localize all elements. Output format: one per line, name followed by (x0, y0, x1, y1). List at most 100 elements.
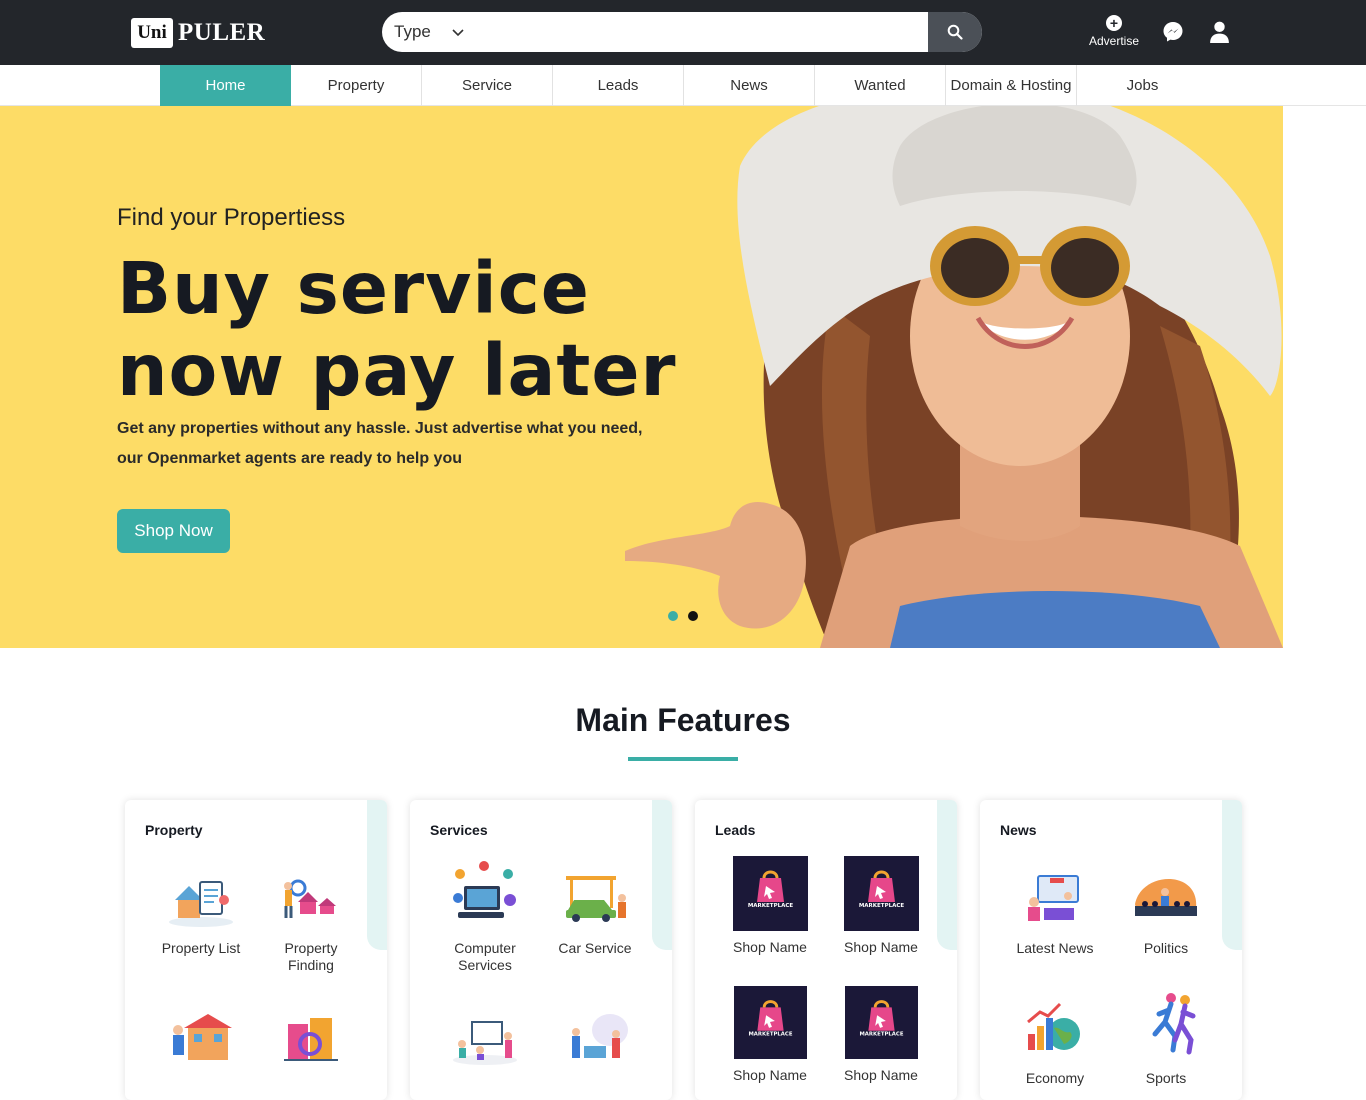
feature-card-property: Property Property List Property Finding (125, 800, 387, 1100)
economy-illustration (1027, 1002, 1080, 1050)
logo[interactable]: Uni PULER (131, 17, 265, 48)
search-type-label: Type (394, 22, 431, 41)
nav-item-news[interactable]: News (684, 65, 815, 106)
card-accent (367, 800, 387, 950)
carousel-dot-1[interactable] (668, 611, 678, 621)
logo-box: Uni (131, 17, 173, 48)
card-title: News (1000, 822, 1037, 838)
search-input[interactable] (492, 12, 928, 52)
feature-card-leads: Leads MARKETPLACE Shop Name MARKETPLACE … (695, 800, 957, 1100)
feature-card-news: News Latest News Politics Economy Sports (980, 800, 1242, 1100)
nav-item-wanted[interactable]: Wanted (815, 65, 946, 106)
hero-side-gap (1283, 106, 1366, 648)
top-bar: Uni PULER Type + Advertise (0, 0, 1366, 65)
marketplace-text: MARKETPLACE (747, 903, 793, 909)
features-underline (628, 757, 738, 761)
consulting-illustration (572, 1014, 628, 1058)
hero-title: Buy service now pay later (117, 248, 737, 412)
marketplace-logo: MARKETPLACE (844, 986, 918, 1059)
tile-property-tenant[interactable] (256, 1010, 366, 1080)
nav-item-jobs[interactable]: Jobs (1077, 65, 1208, 106)
logo-text: PULER (178, 18, 266, 46)
tile-label: Shop Name (844, 939, 918, 955)
tile-latest-news[interactable]: Latest News (1000, 870, 1110, 957)
tile-label: Economy (1025, 1070, 1085, 1086)
card-accent (1222, 800, 1242, 950)
property-finding-illustration (284, 879, 336, 918)
tile-training[interactable] (430, 1010, 540, 1080)
tile-label: Shop Name (844, 1067, 918, 1083)
plus-icon: + (1106, 15, 1122, 31)
tile-label: Shop Name (733, 1067, 807, 1083)
tile-label: Latest News (1016, 940, 1094, 956)
marketplace-text: MARKETPLACE (858, 903, 904, 909)
tile-sports[interactable]: Sports (1111, 990, 1221, 1087)
tile-car-service[interactable]: Car Service (540, 870, 650, 957)
car-service-illustration (566, 876, 626, 922)
search-type-select[interactable]: Type (382, 12, 492, 52)
tile-label: Car Service (558, 940, 632, 956)
tile-politics[interactable]: Politics (1111, 870, 1221, 957)
search-button[interactable] (928, 12, 982, 52)
hero-title-line-2: now pay later (117, 329, 677, 412)
nav-item-home[interactable]: Home (160, 65, 291, 106)
tile-label: Property List (161, 940, 241, 956)
hero-subtitle-line-2: our Openmarket agents are ready to help … (117, 450, 462, 467)
nav-item-domain-hosting[interactable]: Domain & Hosting (946, 65, 1077, 106)
advertise-button[interactable]: + Advertise (1086, 15, 1142, 48)
tile-label: Computer (454, 940, 516, 956)
tile-computer-services[interactable]: Computer Services (430, 860, 540, 974)
politics-illustration (1135, 879, 1197, 916)
lead-shop-1[interactable]: MARKETPLACE Shop Name (715, 856, 825, 956)
training-illustration (453, 1021, 517, 1065)
property-list-illustration (169, 881, 233, 927)
hero-subtitle: Get any properties without any hassle. J… (117, 414, 657, 474)
tile-label: Sports (1145, 1070, 1187, 1086)
marketplace-text: MARKETPLACE (859, 1032, 903, 1038)
sports-illustration (1152, 993, 1196, 1055)
hero-subtitle-line-1: Get any properties without any hassle. J… (117, 420, 643, 437)
nav-item-property[interactable]: Property (291, 65, 422, 106)
marketplace-logo: MARKETPLACE (733, 986, 807, 1059)
computer-services-illustration (453, 861, 516, 918)
search-icon (947, 24, 963, 40)
search-bar: Type (382, 12, 982, 52)
card-title: Leads (715, 822, 756, 838)
user-icon[interactable] (1207, 19, 1232, 44)
tile-label-2: Services (458, 957, 512, 973)
lead-shop-2[interactable]: MARKETPLACE Shop Name (826, 856, 936, 956)
carousel-dot-2[interactable] (688, 611, 698, 621)
marketplace-logo: MARKETPLACE (732, 856, 808, 931)
card-accent (937, 800, 957, 950)
chevron-down-icon (452, 29, 464, 37)
tile-label: Shop Name (733, 939, 807, 955)
hero-title-line-1: Buy service (117, 247, 590, 330)
card-title: Property (145, 822, 203, 838)
tile-property-landlord[interactable] (146, 1010, 256, 1080)
marketplace-text: MARKETPLACE (748, 1032, 792, 1038)
tile-label: Property (284, 940, 338, 956)
tile-label-2: Finding (288, 957, 334, 973)
tile-economy[interactable]: Economy (1000, 1000, 1110, 1087)
features-title: Main Features (575, 702, 791, 738)
hero-kicker: Find your Propertiess (117, 204, 346, 231)
advertise-label: Advertise (1088, 34, 1140, 48)
messenger-icon[interactable] (1161, 20, 1185, 44)
tile-label: Politics (1143, 940, 1189, 956)
tile-property-list[interactable]: Property List (146, 870, 256, 957)
nav-item-leads[interactable]: Leads (553, 65, 684, 106)
tile-property-finding[interactable]: Property Finding (256, 870, 366, 974)
shop-now-button[interactable]: Shop Now (117, 509, 230, 553)
tile-consulting[interactable] (540, 1010, 650, 1080)
card-accent (652, 800, 672, 950)
card-title: Services (430, 822, 488, 838)
marketplace-logo: MARKETPLACE (843, 856, 919, 931)
lead-shop-3[interactable]: MARKETPLACE Shop Name (715, 986, 825, 1084)
nav-item-service[interactable]: Service (422, 65, 553, 106)
tenant-illustration (284, 1018, 338, 1061)
hero-banner: Find your Propertiess Buy service now pa… (0, 106, 1366, 648)
feature-card-services: Services Computer Services Car Service (410, 800, 672, 1100)
main-nav: Home Property Service Leads News Wanted … (0, 65, 1366, 106)
lead-shop-4[interactable]: MARKETPLACE Shop Name (826, 986, 936, 1084)
latest-news-illustration (1028, 875, 1079, 921)
